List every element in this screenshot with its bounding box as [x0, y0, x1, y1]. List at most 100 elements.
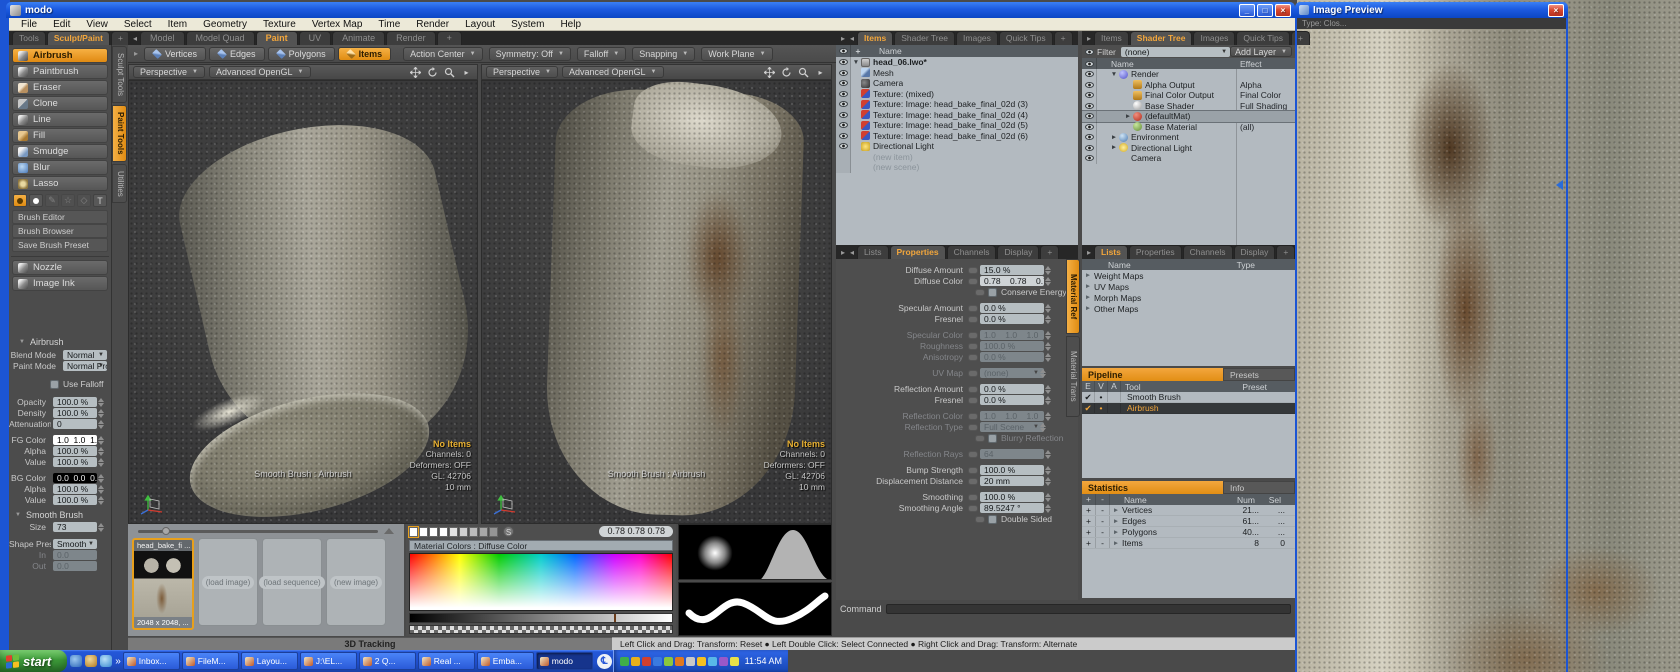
- image-thumbnail-selected[interactable]: head_bake_fi ... 2048 x 2048, ...: [132, 538, 194, 630]
- item-row[interactable]: Camera: [836, 78, 1078, 89]
- visibility-toggle[interactable]: [1082, 90, 1097, 101]
- panel-tab[interactable]: Items: [1094, 31, 1129, 45]
- brush-panel-button[interactable]: Save Brush Preset: [12, 238, 108, 252]
- expand-plus-icon[interactable]: +: [1082, 505, 1096, 515]
- property-field[interactable]: 15.0 %: [980, 265, 1044, 275]
- tray-icon[interactable]: [708, 657, 717, 666]
- brush-star[interactable]: ☆: [61, 194, 75, 207]
- layout-tab[interactable]: Animate: [332, 31, 385, 45]
- panel-arrow-icon[interactable]: ▸: [1085, 248, 1093, 257]
- channel-toggle[interactable]: [968, 267, 978, 274]
- presets-button[interactable]: Presets: [1223, 368, 1295, 381]
- shader-row[interactable]: Camera: [1082, 153, 1295, 164]
- color-swatch[interactable]: [469, 527, 478, 537]
- layout-tab[interactable]: UV: [299, 31, 332, 45]
- menu-item[interactable]: Geometry: [195, 19, 255, 30]
- stepper[interactable]: [1045, 303, 1054, 313]
- orbit-icon[interactable]: [426, 66, 439, 78]
- tray-icon[interactable]: [631, 657, 640, 666]
- stepper[interactable]: [98, 397, 107, 407]
- visibility-toggle[interactable]: [1082, 153, 1097, 164]
- brush-panel-button[interactable]: Brush Editor: [12, 210, 108, 224]
- property-field[interactable]: 0.0 %: [980, 352, 1044, 362]
- shader-row[interactable]: ► Environment: [1082, 132, 1295, 143]
- channel-toggle[interactable]: [968, 332, 978, 339]
- color-swatch[interactable]: [479, 527, 488, 537]
- channel-toggle[interactable]: [975, 435, 985, 442]
- panel-tab[interactable]: Channels: [947, 245, 997, 259]
- collapse-minus-icon[interactable]: -: [1096, 527, 1110, 537]
- color-swatch[interactable]: [449, 527, 458, 537]
- taskbar-button[interactable]: Layou...: [241, 652, 298, 670]
- list-row[interactable]: ► Morph Maps: [1082, 292, 1295, 303]
- twirl-icon[interactable]: ▼: [1109, 71, 1119, 78]
- panel-arrow-icon[interactable]: ▸: [1085, 34, 1093, 43]
- toolbox-tab[interactable]: Sculpt/Paint: [47, 31, 110, 45]
- property-field[interactable]: 64: [980, 449, 1044, 459]
- list-row[interactable]: ► Other Maps: [1082, 303, 1295, 314]
- visibility-toggle[interactable]: [1082, 111, 1097, 122]
- tool-button[interactable]: Clone: [12, 96, 108, 111]
- stepper[interactable]: [98, 446, 107, 456]
- tray-icon[interactable]: [642, 657, 651, 666]
- menu-item[interactable]: File: [13, 19, 45, 30]
- shader-row[interactable]: ▼ Render: [1082, 69, 1295, 80]
- use-falloff-checkbox[interactable]: [50, 380, 59, 389]
- modo-titlebar[interactable]: modo _ □ ×: [6, 2, 1295, 18]
- mode-button[interactable]: Polygons: [268, 47, 335, 61]
- property-field[interactable]: 0.0 %: [980, 314, 1044, 324]
- checkbox[interactable]: [988, 515, 997, 524]
- color-swatch[interactable]: [409, 527, 418, 537]
- panel-tab[interactable]: Images: [1193, 31, 1235, 45]
- visibility-toggle[interactable]: [1082, 80, 1097, 91]
- statistics-row[interactable]: + - ► Vertices 21... ...: [1082, 505, 1295, 516]
- alpha-checker[interactable]: [409, 625, 673, 634]
- preview-close-button[interactable]: ×: [1548, 4, 1564, 17]
- collapse-icon[interactable]: ▼: [13, 512, 23, 518]
- property-field[interactable]: 0.78 0.78 0.78: [980, 276, 1044, 286]
- material-side-tab[interactable]: Material Ref: [1066, 259, 1080, 334]
- image-browser-cell[interactable]: (load sequence): [262, 538, 322, 626]
- property-field[interactable]: 100.0 %: [980, 465, 1044, 475]
- viewport-menu-icon[interactable]: ▸: [814, 66, 827, 78]
- stepper[interactable]: [1045, 276, 1054, 286]
- viewport-right-canvas[interactable]: Smooth Brush : Airbrush No Items Channel…: [481, 80, 832, 524]
- stepper[interactable]: [1045, 411, 1054, 421]
- tool-button[interactable]: Line: [12, 112, 108, 127]
- color-swatch[interactable]: [429, 527, 438, 537]
- channel-toggle[interactable]: [968, 451, 978, 458]
- size-field[interactable]: 73: [53, 522, 97, 532]
- stepper[interactable]: [1045, 341, 1054, 351]
- enable-check-icon[interactable]: ✔: [1082, 392, 1095, 402]
- collapse-minus-icon[interactable]: -: [1096, 516, 1110, 526]
- menu-item[interactable]: View: [78, 19, 116, 30]
- item-row[interactable]: Texture: Image: head_bake_final_02d (5): [836, 120, 1078, 131]
- property-field[interactable]: 100.0 %: [53, 408, 97, 418]
- panel-tab[interactable]: Display: [997, 245, 1039, 259]
- color-value[interactable]: 0.78 0.78 0.78: [599, 526, 673, 537]
- channel-toggle[interactable]: [975, 516, 985, 523]
- item-row[interactable]: Mesh: [836, 68, 1078, 79]
- item-row[interactable]: Texture: Image: head_bake_final_02d (3): [836, 99, 1078, 110]
- channel-toggle[interactable]: [968, 424, 978, 431]
- panel-arrow-icon[interactable]: ▸: [839, 248, 847, 257]
- panel-tab[interactable]: +: [1291, 31, 1310, 45]
- menu-item[interactable]: Select: [116, 19, 160, 30]
- value-ramp[interactable]: [409, 613, 673, 623]
- brush-poly[interactable]: ◇: [77, 194, 91, 207]
- viewport-left-canvas[interactable]: Smooth Brush : Airbrush No Items Channel…: [128, 80, 478, 524]
- visibility-toggle[interactable]: [836, 57, 851, 68]
- channel-toggle[interactable]: [968, 278, 978, 285]
- visibility-toggle[interactable]: [836, 78, 851, 89]
- tray-icon[interactable]: [675, 657, 684, 666]
- tray-icon[interactable]: [620, 657, 629, 666]
- shader-row[interactable]: Base Material (all): [1082, 122, 1295, 133]
- quick-launch-icon[interactable]: [100, 655, 112, 667]
- menu-item[interactable]: Layout: [457, 19, 503, 30]
- tray-icon[interactable]: [697, 657, 706, 666]
- property-field[interactable]: 100.0 %: [980, 341, 1044, 351]
- stepper[interactable]: [98, 522, 107, 532]
- minimize-button[interactable]: _: [1239, 4, 1255, 17]
- expand-icon[interactable]: ►: [1110, 540, 1122, 547]
- out-field[interactable]: 0.0: [53, 561, 97, 571]
